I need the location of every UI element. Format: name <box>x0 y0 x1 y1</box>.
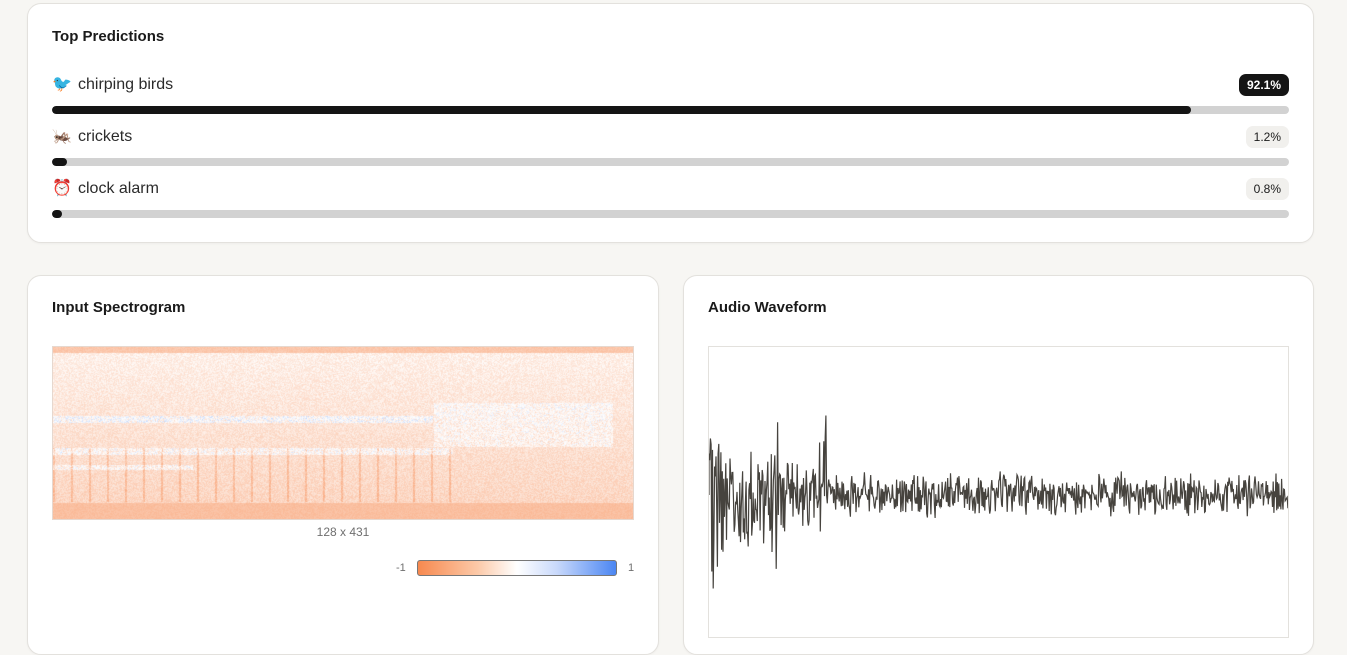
spectrogram-shape-label: 128 x 431 <box>316 525 370 539</box>
prediction-label: chirping birds <box>78 76 174 93</box>
prediction-row: 🦗 crickets 1.2% <box>52 126 1289 170</box>
waveform-line <box>709 415 1288 589</box>
waveform-card: Audio Waveform <box>683 275 1314 655</box>
spectrogram-image <box>52 346 634 520</box>
spectrogram-canvas <box>53 347 633 519</box>
waveform-plot <box>708 346 1289 638</box>
colorbar-min-label: -1 <box>396 562 406 574</box>
prediction-label: clock alarm <box>78 180 159 197</box>
colorbar-max-label: 1 <box>628 562 635 574</box>
bird-icon: 🐦 <box>52 76 72 93</box>
colorbar <box>417 560 617 576</box>
prediction-bar-track <box>52 210 1289 218</box>
spectrogram-title: Input Spectrogram <box>52 299 186 316</box>
prediction-bar-fill <box>52 106 1192 114</box>
prediction-row: 🐦 chirping birds 92.1% <box>52 74 1289 118</box>
prediction-bar-track <box>52 106 1289 114</box>
predictions-title: Top Predictions <box>52 28 165 45</box>
prediction-bar-fill <box>52 158 67 166</box>
prediction-percent-badge: 1.2% <box>1245 126 1289 148</box>
waveform-title: Audio Waveform <box>708 299 827 316</box>
prediction-bar-track <box>52 158 1289 166</box>
alarm-clock-icon: ⏰ <box>52 180 72 197</box>
prediction-percent-badge: 0.8% <box>1245 178 1289 200</box>
cricket-icon: 🦗 <box>52 128 72 145</box>
prediction-label: crickets <box>78 128 133 145</box>
prediction-percent-badge: 92.1% <box>1238 74 1289 96</box>
prediction-row: ⏰ clock alarm 0.8% <box>52 178 1289 222</box>
waveform-svg <box>709 415 1288 589</box>
spectrogram-card: Input Spectrogram 128 x 431 -1 1 <box>27 275 659 655</box>
predictions-card: Top Predictions 🐦 chirping birds 92.1% 🦗… <box>27 3 1314 243</box>
prediction-bar-fill <box>52 210 62 218</box>
